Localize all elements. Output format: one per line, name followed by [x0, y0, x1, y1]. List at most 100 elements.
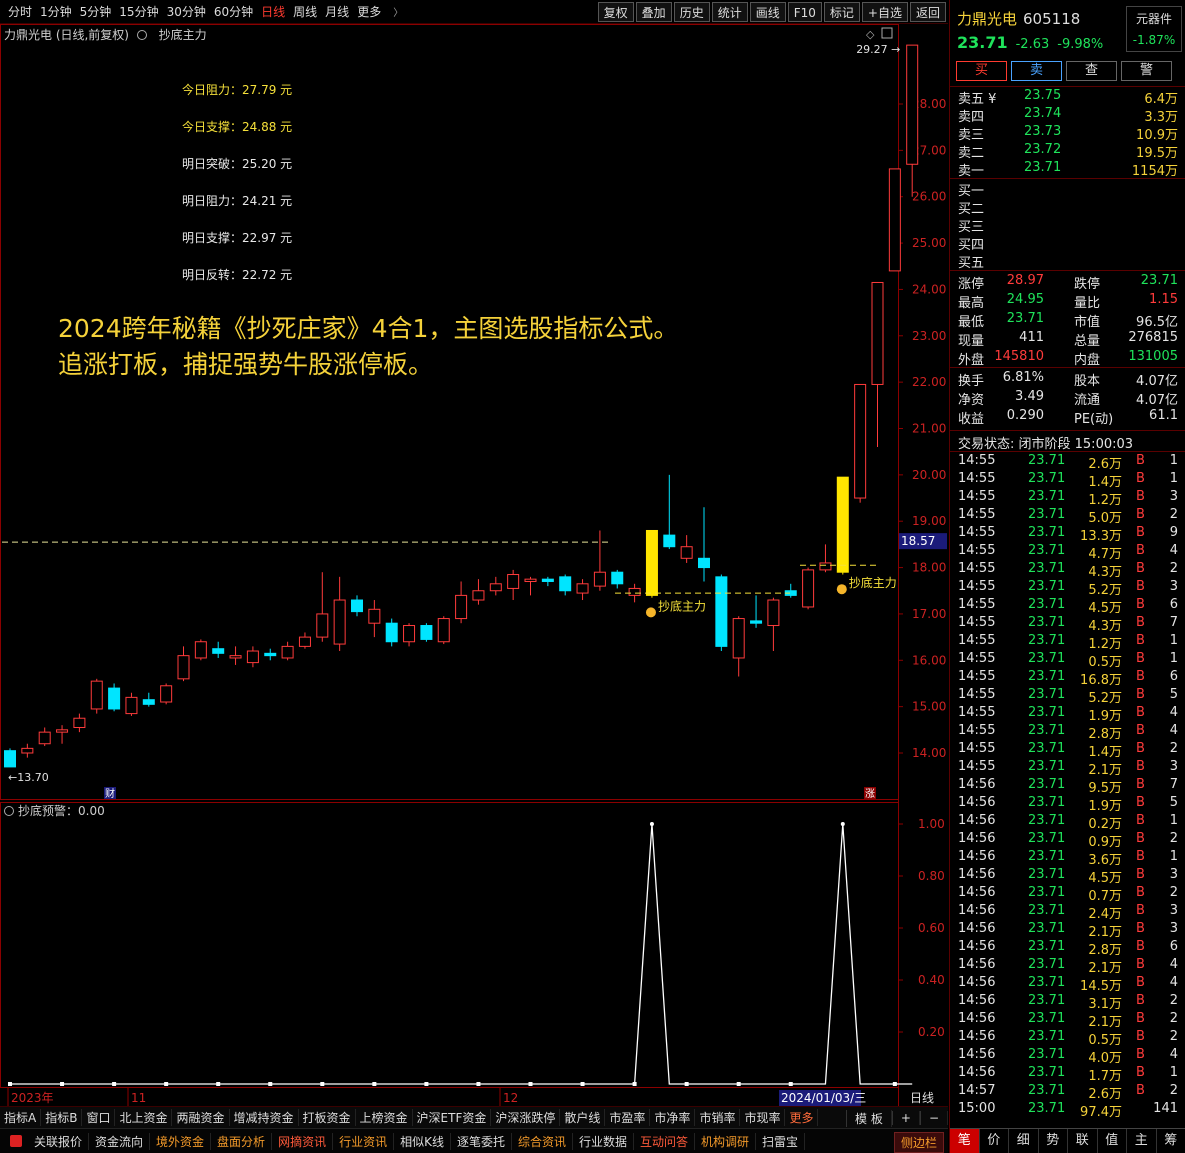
indicator-tab-9[interactable]: 沪深涨跌停	[491, 1109, 561, 1126]
period-tab-8[interactable]: 月线	[321, 3, 353, 20]
period-tab-2[interactable]: 5分钟	[76, 3, 116, 20]
chart-tools: 复权 叠加 历史 统计 画线 F10 标记 +自选 返回	[596, 2, 946, 22]
tick-count: 3	[1169, 921, 1178, 936]
ask-price: 23.74	[1024, 106, 1062, 121]
tool-button-3[interactable]: 统计	[711, 2, 748, 22]
period-tab-6[interactable]: 日线	[257, 3, 289, 20]
tick-time: 14:55	[958, 723, 996, 738]
tool-button-2[interactable]: 历史	[673, 2, 710, 22]
indicator-tab-1[interactable]: 指标B	[41, 1109, 83, 1126]
bid-row: 买一	[950, 180, 1185, 199]
tick-row: 14:56 23.71 1.9万 B 5	[950, 795, 1185, 814]
tab-control-1[interactable]: +	[891, 1111, 920, 1125]
tool-button-1[interactable]: 叠加	[635, 2, 672, 22]
quote-tab-3[interactable]: 势	[1039, 1129, 1068, 1153]
tick-volume: 2.4万	[1088, 907, 1122, 922]
info-tab-10[interactable]: 互动问答	[634, 1132, 696, 1150]
info-tab-12[interactable]: 扫雷宝	[756, 1132, 806, 1150]
tab-control-0[interactable]: 模 板	[846, 1109, 892, 1127]
sidebar-toggle[interactable]: 侧边栏	[893, 1132, 944, 1153]
quote-tab-0[interactable]: 笔	[950, 1129, 980, 1153]
indicator-tab-2[interactable]: 窗口	[82, 1109, 116, 1126]
indicator-tab-0[interactable]: 指标A	[0, 1109, 42, 1126]
info-tab-5[interactable]: 行业资讯	[333, 1132, 395, 1150]
tool-button-6[interactable]: 标记	[823, 2, 860, 22]
indicator-tab-13[interactable]: 市销率	[695, 1109, 741, 1126]
tick-flag: B	[1136, 939, 1145, 954]
info-tab-8[interactable]: 综合资讯	[512, 1132, 573, 1150]
tick-volume: 4.3万	[1088, 565, 1122, 580]
period-tab-7[interactable]: 周线	[289, 3, 321, 20]
tick-flag: B	[1136, 579, 1145, 594]
sector-box[interactable]: 元器件 -1.87%	[1126, 6, 1182, 52]
indicator-tab-14[interactable]: 市现率	[740, 1109, 786, 1126]
indicator-tab-7[interactable]: 上榜资金	[356, 1109, 413, 1126]
ask-price: 23.72	[1024, 142, 1062, 157]
info-tab-4[interactable]: 网摘资讯	[272, 1132, 334, 1150]
period-tab-4[interactable]: 30分钟	[163, 3, 210, 20]
restore-icon	[881, 27, 893, 39]
kline-chart-svg[interactable]: 14.00 15.00 16.00 17.00 18.00 19.00 20.00 21.00…	[0, 24, 948, 1106]
sub-peak-37	[649, 822, 654, 826]
trade-button-1[interactable]: 卖	[1011, 61, 1062, 81]
tick-count: 2	[1169, 885, 1178, 900]
stat-label: 量比	[1074, 296, 1101, 311]
price-level-4: 明日支撑：22.97 元	[182, 231, 293, 245]
candle-body-6	[108, 687, 121, 710]
period-tab-3[interactable]: 15分钟	[115, 3, 162, 20]
quote-tab-4[interactable]: 联	[1068, 1129, 1098, 1153]
info-tab-6[interactable]: 相似K线	[394, 1132, 451, 1150]
tab-control-2[interactable]: −	[919, 1111, 948, 1125]
period-tabs: 分时 1分钟 5分钟 15分钟 30分钟 60分钟 日线 周线 月线 更多〉	[0, 3, 407, 20]
indicator-tab-3[interactable]: 北上资金	[115, 1109, 173, 1126]
period-tab-1[interactable]: 1分钟	[36, 3, 76, 20]
quote-tab-6[interactable]: 主	[1127, 1129, 1157, 1153]
indicator-tab-5[interactable]: 增减持资金	[230, 1109, 299, 1126]
indicator-tab-6[interactable]: 打板资金	[299, 1109, 356, 1126]
tool-button-7[interactable]: +自选	[861, 2, 908, 22]
trade-button-3[interactable]: 警	[1121, 61, 1172, 81]
tool-button-8[interactable]: 返回	[909, 2, 946, 22]
indicator-tab-15[interactable]: 更多	[785, 1109, 819, 1126]
info-tab-1[interactable]: 资金流向	[89, 1132, 151, 1150]
tick-flag: B	[1136, 1011, 1145, 1026]
quote-tab-1[interactable]: 价	[980, 1129, 1009, 1153]
info-tab-7[interactable]: 逐笔委托	[451, 1132, 512, 1150]
tick-volume: 2.8万	[1088, 727, 1122, 742]
tool-button-5[interactable]: F10	[787, 2, 822, 22]
period-tab-9[interactable]: 更多	[353, 3, 385, 20]
info-tab-9[interactable]: 行业数据	[573, 1132, 635, 1150]
tick-volume: 5.2万	[1088, 583, 1122, 598]
indicator-tab-11[interactable]: 市盈率	[605, 1109, 651, 1126]
quote-tab-2[interactable]: 细	[1009, 1129, 1039, 1153]
indicator-tab-10[interactable]: 散户线	[560, 1109, 606, 1126]
candle-body-30	[524, 578, 537, 582]
candle-body-0	[4, 750, 16, 768]
trade-button-0[interactable]: 买	[956, 61, 1007, 81]
more-chevron-icon[interactable]: 〉	[389, 4, 407, 19]
bid-label: 买五	[958, 256, 985, 271]
tick-time: 14:55	[958, 471, 996, 486]
info-tab-2[interactable]: 境外资金	[150, 1132, 212, 1150]
stat-value: 1.15	[1149, 292, 1178, 307]
tick-volume: 4.7万	[1088, 547, 1122, 562]
info-tab-11[interactable]: 机构调研	[695, 1132, 757, 1150]
stat-value: 61.1	[1149, 408, 1178, 423]
quote-tab-5[interactable]: 值	[1098, 1129, 1127, 1153]
tool-button-4[interactable]: 画线	[749, 2, 786, 22]
candle-body-15	[264, 652, 277, 657]
tick-time: 14:55	[958, 579, 996, 594]
tick-volume: 0.2万	[1088, 817, 1122, 832]
trade-button-2[interactable]: 查	[1066, 61, 1117, 81]
quote-tab-7[interactable]: 筹	[1157, 1129, 1185, 1153]
tick-time: 14:55	[958, 615, 996, 630]
indicator-tab-4[interactable]: 两融资金	[172, 1109, 230, 1126]
info-tab-0[interactable]: 关联报价	[28, 1132, 90, 1150]
kline-chart-area[interactable]: 14.00 15.00 16.00 17.00 18.00 19.00 20.00 21.00…	[0, 24, 948, 1106]
period-tab-5[interactable]: 60分钟	[210, 3, 257, 20]
indicator-tab-8[interactable]: 沪深ETF资金	[413, 1109, 492, 1126]
period-tab-0[interactable]: 分时	[4, 3, 36, 20]
info-tab-3[interactable]: 盘面分析	[211, 1132, 273, 1150]
tool-button-0[interactable]: 复权	[597, 2, 634, 22]
indicator-tab-12[interactable]: 市净率	[650, 1109, 696, 1126]
